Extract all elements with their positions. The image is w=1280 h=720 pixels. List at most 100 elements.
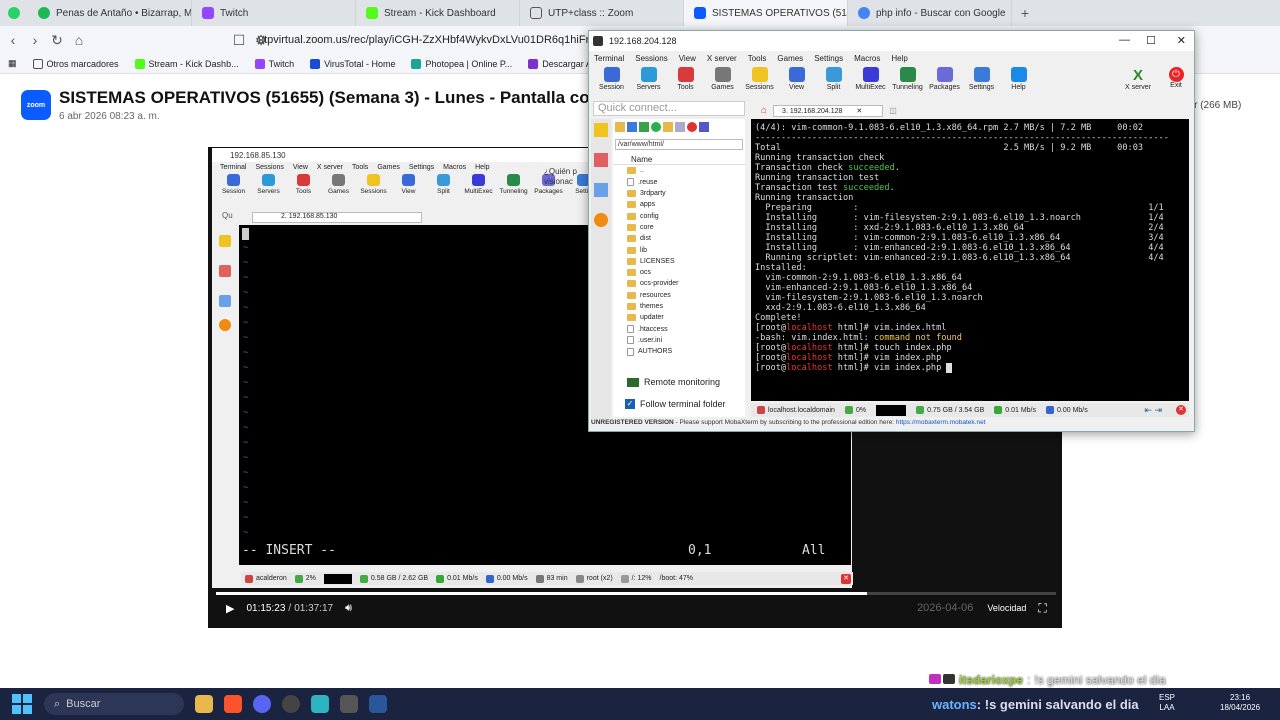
- inner-menu-4[interactable]: Tools: [352, 164, 368, 171]
- home-tab-icon[interactable]: ⌂: [761, 105, 767, 116]
- file-list-item[interactable]: resources: [613, 290, 745, 301]
- mobatools-tool-4[interactable]: Sessions: [741, 67, 778, 91]
- close-icon[interactable]: ✕: [841, 573, 851, 584]
- file-list-item[interactable]: .user.ini: [613, 335, 745, 346]
- file-list-item[interactable]: ocs-provider: [613, 278, 745, 289]
- mobatools-tool-3[interactable]: Games: [704, 67, 741, 91]
- mobatools-tool-6[interactable]: Split: [815, 67, 852, 91]
- discord-icon[interactable]: [253, 695, 271, 713]
- tools-icon[interactable]: [219, 265, 231, 277]
- follow-folder-checkbox[interactable]: ✓ Follow terminal folder: [625, 399, 726, 409]
- apps-icon[interactable]: ▦: [0, 58, 25, 69]
- upload-icon[interactable]: [639, 122, 649, 132]
- mobatools-tool-0[interactable]: Session: [593, 67, 630, 91]
- tab-spotify[interactable]: Penas de Antaño • Bizarrap, Milo: [28, 0, 192, 26]
- mobatools-tool-8[interactable]: Tunneling: [889, 67, 926, 91]
- mobatools-tool-10[interactable]: Settings: [963, 67, 1000, 91]
- sftp-path[interactable]: /var/www/html/: [615, 139, 743, 150]
- folder-up-icon[interactable]: [615, 122, 625, 132]
- new-tab-button[interactable]: +: [1012, 5, 1038, 21]
- file-list-item[interactable]: themes: [613, 301, 745, 312]
- innertools-tool-8[interactable]: Tunneling: [496, 174, 531, 195]
- play-icon[interactable]: ▶: [226, 602, 234, 615]
- innertools-tool-2[interactable]: Tools: [286, 174, 321, 195]
- volume-icon[interactable]: 🔊︎: [345, 602, 352, 615]
- bookmark-virustotal[interactable]: VirusTotal - Home: [302, 58, 403, 69]
- minimize-icon[interactable]: —: [1119, 34, 1130, 46]
- inner-terminal-tab[interactable]: 2. 192.168.85.130: [252, 212, 422, 223]
- moba-menu-8[interactable]: Help: [891, 54, 907, 63]
- innertools-tool-6[interactable]: Split: [426, 174, 461, 195]
- home-icon[interactable]: ⌂: [68, 32, 90, 48]
- file-explorer-icon[interactable]: [195, 695, 213, 713]
- fullscreen-icon[interactable]: ⛶: [1038, 601, 1046, 616]
- quick-connect-input[interactable]: Quick connect...: [593, 101, 745, 116]
- moba-menu-7[interactable]: Macros: [854, 54, 880, 63]
- innertools-tool-5[interactable]: View: [391, 174, 426, 195]
- innertools-tool-3[interactable]: Games: [321, 174, 356, 195]
- video-progress-bar[interactable]: [216, 592, 1056, 595]
- terminal-tab[interactable]: 3. 192.168.204.128 ✕: [773, 104, 884, 117]
- file-list-item[interactable]: ocs: [613, 267, 745, 278]
- language-indicator[interactable]: ESP LAA: [1159, 693, 1175, 713]
- bookmark-twitch[interactable]: Twitch: [247, 58, 303, 69]
- file-list-item[interactable]: .reuse: [613, 177, 745, 188]
- remote-monitoring-button[interactable]: Remote monitoring: [627, 377, 720, 387]
- innertools-tool-4[interactable]: Sessions: [356, 174, 391, 195]
- speed-button[interactable]: Velocidad: [987, 603, 1026, 613]
- tab-utp-zoom[interactable]: UTP+class :: Zoom: [520, 0, 684, 26]
- mobatools-tool-11[interactable]: Help: [1000, 67, 1037, 91]
- moba-menu-1[interactable]: Sessions: [635, 54, 667, 63]
- inner-menu-5[interactable]: Games: [377, 164, 400, 171]
- maximize-icon[interactable]: ☐: [1146, 34, 1156, 47]
- new-terminal-tab[interactable]: ◫: [889, 106, 897, 115]
- innertools-tool-7[interactable]: MultiExec: [461, 174, 496, 195]
- word-icon[interactable]: [369, 695, 387, 713]
- star-icon[interactable]: [219, 235, 231, 247]
- file-list-item[interactable]: updater: [613, 312, 745, 323]
- file-list-item[interactable]: config: [613, 210, 745, 221]
- file-list-item[interactable]: dist: [613, 233, 745, 244]
- mobatools-tool-7[interactable]: MultiExec: [852, 67, 889, 91]
- innertools-tool-0[interactable]: Session: [216, 174, 251, 195]
- mobatools-tool-2[interactable]: Tools: [667, 67, 704, 91]
- taskbar-clock[interactable]: 23:16 18/04/2026: [1220, 693, 1260, 713]
- inner-menu-6[interactable]: Settings: [409, 164, 434, 171]
- obs-icon[interactable]: [282, 695, 300, 713]
- back-icon[interactable]: ‹: [2, 32, 24, 48]
- file-list-item[interactable]: lib: [613, 244, 745, 255]
- tab-sistemas-operativos[interactable]: SISTEMAS OPERATIVOS (51655)✕: [684, 0, 848, 26]
- inner-menu-0[interactable]: Terminal: [220, 164, 246, 171]
- file-list-item[interactable]: ..: [613, 165, 745, 176]
- file-list-item[interactable]: core: [613, 222, 745, 233]
- whatsapp-icon[interactable]: [0, 7, 28, 19]
- tools-icon[interactable]: [594, 153, 608, 167]
- file-list-item[interactable]: LICENSES: [613, 256, 745, 267]
- mobatools-tool-1[interactable]: Servers: [630, 67, 667, 91]
- reload-icon[interactable]: ↻: [46, 32, 68, 49]
- macro-icon[interactable]: [594, 183, 608, 197]
- xserver-button[interactable]: XX server: [1119, 67, 1157, 91]
- close-window-icon[interactable]: ✕: [1177, 34, 1186, 47]
- tab-google[interactable]: php info - Buscar con Google: [848, 0, 1012, 26]
- bookmark-otros[interactable]: Otros marcadores: [25, 58, 127, 69]
- mobatools-tool-5[interactable]: View: [778, 67, 815, 91]
- download-icon[interactable]: [627, 122, 637, 132]
- file-list-item[interactable]: apps: [613, 199, 745, 210]
- moba-menu-5[interactable]: Games: [777, 54, 803, 63]
- windows-start-icon[interactable]: [12, 694, 32, 714]
- inner-quick-connect[interactable]: Qu: [222, 211, 233, 220]
- delete-icon[interactable]: [687, 122, 697, 132]
- taskbar-search[interactable]: ⌕ Buscar: [44, 693, 184, 715]
- tab-kick[interactable]: Stream - Kick Dashboard: [356, 0, 520, 26]
- inner-menu-7[interactable]: Macros: [443, 164, 466, 171]
- sftp-icon[interactable]: [594, 213, 608, 227]
- new-file-icon[interactable]: [675, 122, 685, 132]
- mobatools-tool-9[interactable]: Packages: [926, 67, 963, 91]
- star-icon[interactable]: [594, 123, 608, 137]
- bookmark-kick[interactable]: Stream - Kick Dashb...: [127, 58, 247, 69]
- nav-arrows-icon[interactable]: ⇤ ⇥: [1144, 405, 1162, 416]
- bookmark-icon[interactable]: ☐: [228, 32, 250, 49]
- refresh-icon[interactable]: [651, 122, 661, 132]
- moba-menu-2[interactable]: View: [679, 54, 696, 63]
